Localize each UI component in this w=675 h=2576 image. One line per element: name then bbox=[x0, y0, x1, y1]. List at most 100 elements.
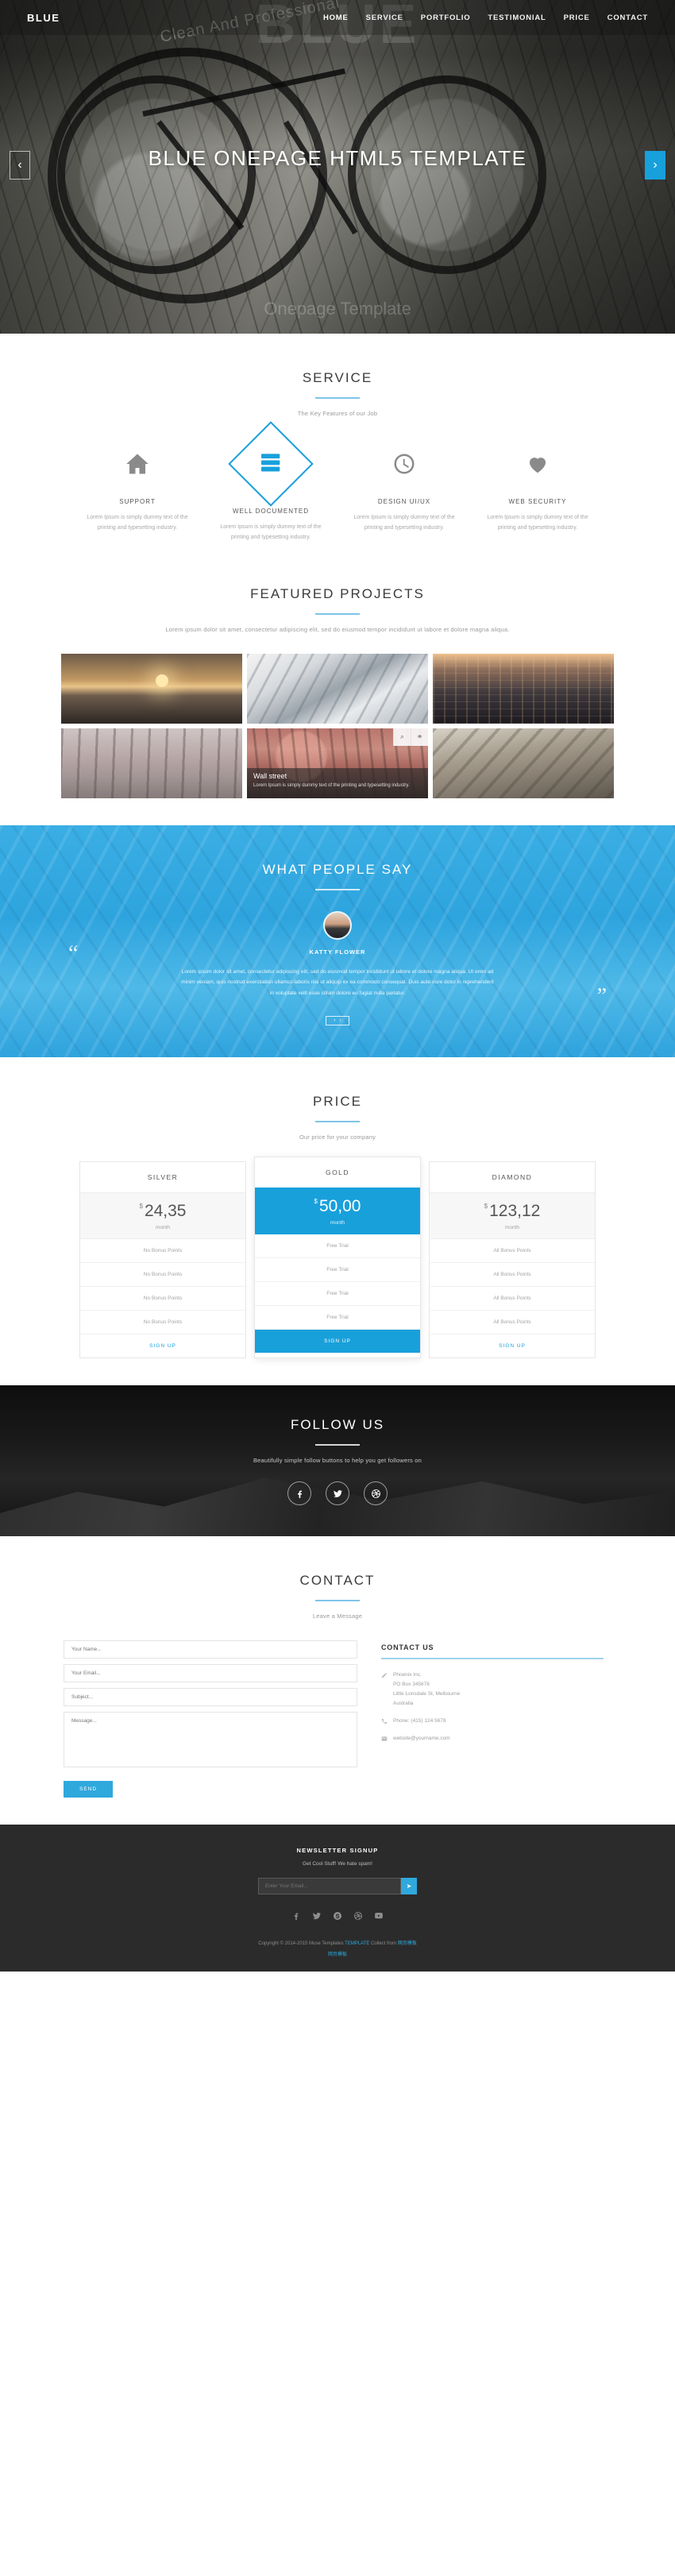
portfolio-tile-active[interactable]: ⌕ ⚭ Wall street Lorem Ipsum is simply du… bbox=[247, 728, 428, 798]
service-item-well-documented[interactable]: WELL DOCUMENTED Lorem Ipsum is simply du… bbox=[204, 421, 338, 543]
subject-input[interactable] bbox=[64, 1688, 357, 1707]
youtube-icon[interactable] bbox=[374, 1910, 384, 1925]
pencil-icon bbox=[382, 1673, 387, 1678]
skype-icon[interactable] bbox=[333, 1910, 342, 1925]
dribbble-icon[interactable] bbox=[353, 1910, 363, 1925]
portfolio-tile-caption: Wall street Lorem Ipsum is simply dummy … bbox=[247, 767, 428, 798]
testimonial-prev-icon[interactable]: ‹ bbox=[334, 1018, 336, 1023]
testimonial-inner: WHAT PEOPLE SAY KATTY FLOWER Lorem ipsum… bbox=[0, 862, 675, 1026]
follow-buttons bbox=[0, 1481, 675, 1506]
slider-prev-button[interactable]: ‹ bbox=[10, 151, 30, 180]
address-line: Little Lonsdale St, Melbourne bbox=[393, 1691, 461, 1697]
price-plan-diamond: DIAMOND $123,12 month All Bonus Points A… bbox=[429, 1161, 596, 1359]
twitter-icon[interactable] bbox=[312, 1910, 322, 1925]
plan-feature: No Bonus Points bbox=[80, 1287, 245, 1311]
facebook-icon[interactable] bbox=[291, 1910, 301, 1925]
testimonial-next-icon[interactable]: › bbox=[340, 1018, 341, 1023]
follow-subtitle: Beautifully simple follow buttons to hel… bbox=[253, 1457, 422, 1465]
service-header: SERVICE The Key Features of our Job bbox=[0, 370, 675, 417]
plan-feature: All Bonus Points bbox=[430, 1263, 595, 1288]
testimonial-nav[interactable]: ‹ › bbox=[326, 1016, 349, 1026]
service-item-support[interactable]: SUPPORT Lorem Ipsum is simply dummy text… bbox=[71, 439, 204, 543]
plan-currency: $ bbox=[139, 1203, 143, 1211]
facebook-icon[interactable] bbox=[287, 1481, 311, 1506]
nav-item-contact[interactable]: CONTACT bbox=[608, 14, 648, 22]
portfolio-tile[interactable] bbox=[61, 653, 242, 724]
price-subtitle: Our price for your company bbox=[299, 1134, 376, 1141]
newsletter-submit-button[interactable]: ➤ bbox=[401, 1878, 417, 1895]
plan-signup-button[interactable]: SIGN UP bbox=[80, 1334, 245, 1358]
footer: NEWSLETTER SIGNUP Get Cool Stuff! We hat… bbox=[0, 1825, 675, 1972]
contact-title: CONTACT bbox=[299, 1573, 376, 1589]
plan-feature: Free Trial bbox=[255, 1282, 420, 1307]
portfolio-tile[interactable] bbox=[61, 728, 242, 798]
nav-item-home[interactable]: HOME bbox=[323, 14, 349, 22]
plan-feature: Free Trial bbox=[255, 1306, 420, 1330]
follow-divider bbox=[315, 1444, 360, 1446]
plan-feature: All Bonus Points bbox=[430, 1311, 595, 1335]
price-title: PRICE bbox=[313, 1094, 362, 1110]
copyright-link-source[interactable]: 网页模板 bbox=[398, 1941, 417, 1946]
service-title: SERVICE bbox=[302, 370, 373, 385]
newsletter-email-input[interactable] bbox=[258, 1878, 401, 1895]
portfolio-title: FEATURED PROJECTS bbox=[250, 585, 425, 601]
service-item-web-security[interactable]: WEB SECURITY Lorem Ipsum is simply dummy… bbox=[471, 439, 604, 543]
copyright-prefix: Copyright © 2014-2015 Muse Templates bbox=[258, 1941, 345, 1947]
plan-signup-button[interactable]: SIGN UP bbox=[255, 1330, 420, 1354]
twitter-icon[interactable] bbox=[326, 1481, 349, 1506]
brand-logo[interactable]: BLUE bbox=[27, 12, 60, 24]
contact-header: CONTACT Leave a Message bbox=[0, 1573, 675, 1620]
hero-title: BLUE ONEPAGE HTML5 TEMPLATE bbox=[148, 146, 527, 170]
service-item-title: WELL DOCUMENTED bbox=[232, 508, 310, 515]
zoom-icon[interactable]: ⌕ bbox=[393, 728, 411, 746]
email-input[interactable] bbox=[64, 1664, 357, 1683]
service-item-title: WEB SECURITY bbox=[508, 498, 567, 505]
message-textarea[interactable] bbox=[64, 1712, 357, 1768]
footer-bottom-link[interactable]: 网页模板 bbox=[0, 1950, 675, 1957]
portfolio-tile-text: Lorem Ipsum is simply dummy text of the … bbox=[253, 782, 410, 788]
portfolio-subtitle: Lorem ipsum dolor sit amet, consectetur … bbox=[165, 625, 510, 633]
nav-item-service[interactable]: SERVICE bbox=[366, 14, 403, 22]
plan-period: month bbox=[330, 1220, 345, 1226]
nav-item-portfolio[interactable]: PORTFOLIO bbox=[421, 14, 471, 22]
service-item-design-uiux[interactable]: DESIGN UI/UX Lorem Ipsum is simply dummy… bbox=[338, 439, 471, 543]
testimonial-header: WHAT PEOPLE SAY bbox=[0, 862, 675, 890]
service-section: SERVICE The Key Features of our Job SUPP… bbox=[0, 334, 675, 570]
phone-icon bbox=[382, 1719, 387, 1724]
copyright-mid: Collect from bbox=[369, 1941, 398, 1947]
price-header: PRICE Our price for your company bbox=[0, 1094, 675, 1141]
nav-item-testimonial[interactable]: TESTIMONIAL bbox=[488, 14, 546, 22]
slider-next-button[interactable]: › bbox=[645, 151, 665, 180]
plan-signup-button[interactable]: SIGN UP bbox=[430, 1334, 595, 1358]
send-button[interactable]: SEND bbox=[64, 1781, 114, 1798]
service-items: SUPPORT Lorem Ipsum is simply dummy text… bbox=[0, 421, 675, 543]
plan-price: $24,35 month bbox=[80, 1192, 245, 1240]
portfolio-tile-title: Wall street bbox=[253, 771, 287, 780]
plan-name: GOLD bbox=[325, 1168, 350, 1177]
portfolio-tile[interactable] bbox=[247, 653, 428, 724]
email-text[interactable]: website@yourname.com bbox=[393, 1734, 450, 1744]
contact-divider bbox=[315, 1600, 360, 1602]
newsletter-form: ➤ bbox=[0, 1878, 675, 1895]
service-icon-frame bbox=[210, 421, 331, 507]
name-input[interactable] bbox=[64, 1640, 357, 1659]
link-icon[interactable]: ⚭ bbox=[411, 728, 428, 746]
follow-inner: FOLLOW US Beautifully simple follow butt… bbox=[0, 1385, 675, 1506]
clock-icon bbox=[344, 439, 465, 489]
testimonial-section: WHAT PEOPLE SAY KATTY FLOWER Lorem ipsum… bbox=[0, 825, 675, 1058]
price-section: PRICE Our price for your company SILVER … bbox=[0, 1057, 675, 1385]
portfolio-tile[interactable] bbox=[433, 728, 614, 798]
plan-amount: 50,00 bbox=[318, 1197, 361, 1216]
testimonial-quote: Lorem ipsum dolor sit amet, consectetur … bbox=[181, 968, 494, 996]
nav-item-price[interactable]: PRICE bbox=[564, 14, 590, 22]
plan-feature: All Bonus Points bbox=[430, 1287, 595, 1311]
plan-feature: No Bonus Points bbox=[80, 1239, 245, 1264]
contact-subtitle: Leave a Message bbox=[312, 1612, 363, 1620]
portfolio-section: FEATURED PROJECTS Lorem ipsum dolor sit … bbox=[0, 570, 675, 825]
dribbble-icon[interactable] bbox=[364, 1481, 388, 1506]
copyright-link-template[interactable]: TEMPLATE bbox=[345, 1941, 369, 1946]
footer-copyright: Copyright © 2014-2015 Muse Templates TEM… bbox=[0, 1939, 675, 1946]
contact-info: CONTACT US Phoenix Inc. PO Box 345678 Li… bbox=[381, 1640, 604, 1798]
plan-feature: All Bonus Points bbox=[430, 1239, 595, 1264]
portfolio-tile[interactable] bbox=[433, 653, 614, 724]
